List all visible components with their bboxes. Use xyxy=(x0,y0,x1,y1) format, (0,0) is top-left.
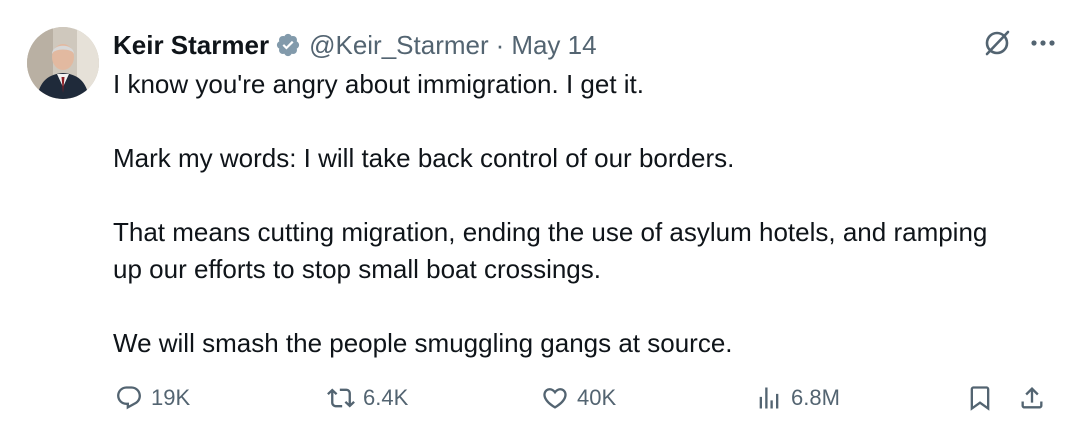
views-button[interactable]: 6.8M xyxy=(755,376,840,420)
share-icon xyxy=(1018,384,1046,412)
post-header: Keir Starmer @Keir_Starmer · May 14 xyxy=(113,26,597,64)
post-text-paragraph: We will smash the people smuggling gangs… xyxy=(113,328,733,358)
post-body: I know you're angry about immigration. I… xyxy=(113,66,1013,362)
repost-count: 6.4K xyxy=(363,385,409,410)
author-name[interactable]: Keir Starmer xyxy=(113,30,269,61)
repost-button[interactable]: 6.4K xyxy=(327,376,408,420)
repost-icon xyxy=(327,384,355,412)
reply-button[interactable]: 19K xyxy=(115,376,190,420)
reply-icon xyxy=(115,384,143,412)
tweet[interactable]: Keir Starmer @Keir_Starmer · May 14 I kn… xyxy=(0,0,1080,432)
bookmark-button[interactable] xyxy=(966,376,994,420)
grok-icon[interactable] xyxy=(982,28,1012,58)
post-date[interactable]: May 14 xyxy=(511,30,596,61)
like-count: 40K xyxy=(577,385,617,410)
top-actions xyxy=(982,28,1058,58)
heart-icon xyxy=(541,384,569,412)
post-text-paragraph: That means cutting migration, ending the… xyxy=(113,217,988,284)
share-button[interactable] xyxy=(1018,376,1046,420)
avatar[interactable] xyxy=(27,27,99,99)
engagement-bar: 19K 6.4K 40K 6.8M xyxy=(0,376,1080,420)
bookmark-icon xyxy=(966,384,994,412)
reply-count: 19K xyxy=(151,385,191,410)
like-button[interactable]: 40K xyxy=(541,376,616,420)
views-count: 6.8M xyxy=(791,385,840,410)
post-text-paragraph: Mark my words: I will take back control … xyxy=(113,143,735,173)
post-text-paragraph: I know you're angry about immigration. I… xyxy=(113,69,644,99)
views-icon xyxy=(755,384,783,412)
author-handle[interactable]: @Keir_Starmer xyxy=(309,30,489,61)
avatar-image xyxy=(27,27,99,99)
verified-badge-icon[interactable] xyxy=(275,32,301,58)
more-icon[interactable] xyxy=(1028,28,1058,58)
separator-dot: · xyxy=(495,29,505,60)
